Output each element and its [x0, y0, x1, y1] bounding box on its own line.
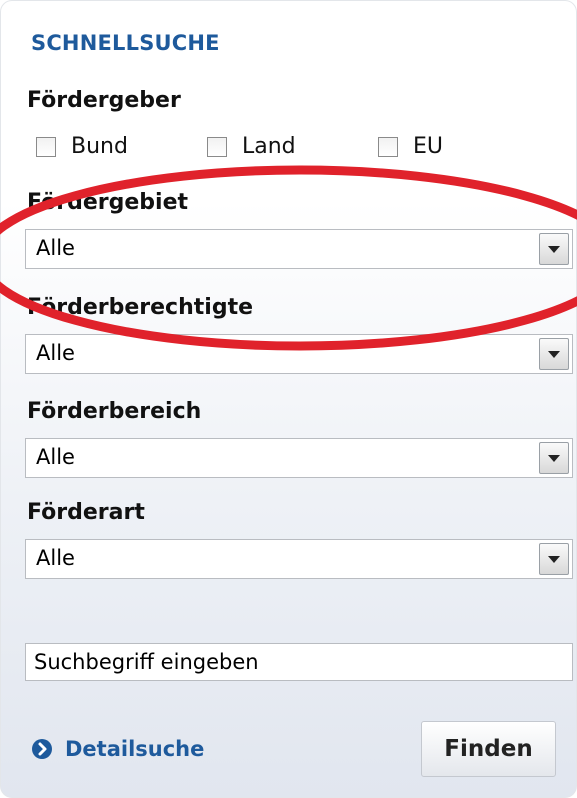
chevron-down-icon	[548, 455, 560, 462]
find-button[interactable]: Finden	[421, 721, 556, 777]
search-input[interactable]	[25, 643, 573, 681]
chevron-down-icon	[548, 556, 560, 563]
select-value: Alle	[36, 546, 75, 570]
checkbox-label: Land	[242, 134, 296, 159]
foerderberechtigte-select[interactable]: Alle	[25, 334, 573, 374]
dropdown-button[interactable]	[539, 442, 569, 474]
foerdergebiet-select[interactable]: Alle	[25, 229, 573, 269]
foerderart-select[interactable]: Alle	[25, 539, 573, 579]
checkbox-box[interactable]	[378, 136, 398, 157]
foerdergeber-label: Fördergeber	[27, 88, 181, 113]
checkbox-label: Bund	[71, 134, 128, 159]
select-value: Alle	[36, 445, 75, 469]
dropdown-button[interactable]	[539, 543, 569, 575]
foerderbereich-select[interactable]: Alle	[25, 438, 573, 478]
quick-search-panel: SCHNELLSUCHE Fördergeber Bund Land EU Fö…	[0, 0, 577, 798]
checkbox-box[interactable]	[36, 136, 56, 157]
foerdergebiet-label: Fördergebiet	[27, 190, 189, 215]
foerderart-label: Förderart	[27, 500, 145, 525]
checkbox-bund[interactable]: Bund	[36, 134, 128, 159]
detailsuche-link[interactable]: Detailsuche	[31, 737, 204, 761]
dropdown-button[interactable]	[539, 338, 569, 370]
checkbox-label: EU	[413, 134, 444, 159]
foerderbereich-label: Förderbereich	[27, 399, 202, 424]
foerderberechtigte-label: Förderberechtigte	[27, 295, 254, 320]
select-value: Alle	[36, 236, 75, 260]
chevron-down-icon	[548, 351, 560, 358]
dropdown-button[interactable]	[539, 233, 569, 265]
panel-title: SCHNELLSUCHE	[31, 31, 220, 55]
detailsuche-label: Detailsuche	[65, 737, 205, 761]
chevron-down-icon	[548, 246, 560, 253]
arrow-circle-right-icon	[32, 739, 52, 759]
checkbox-eu[interactable]: EU	[378, 134, 443, 159]
checkbox-land[interactable]: Land	[207, 134, 296, 159]
select-value: Alle	[36, 341, 75, 365]
checkbox-box[interactable]	[207, 136, 227, 157]
